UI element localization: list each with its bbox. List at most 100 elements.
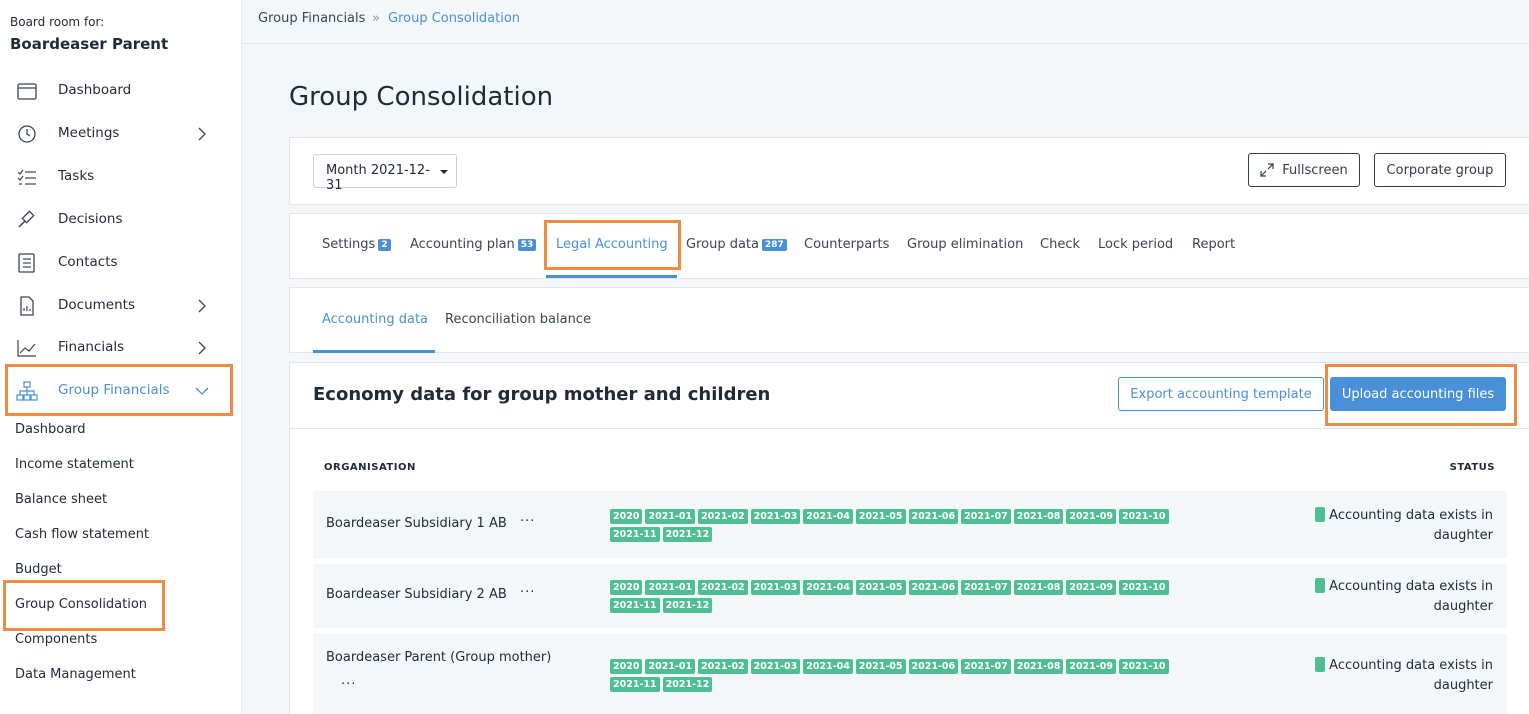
tab-check[interactable]: Check [1040, 237, 1080, 252]
breadcrumb-parent[interactable]: Group Financials [258, 11, 365, 26]
period-tag: 2021-03 [750, 659, 801, 674]
sidebar: Board room for: Boardeaser Parent Dashbo… [0, 0, 242, 714]
upload-accounting-files-button[interactable]: Upload accounting files [1330, 377, 1506, 411]
calendar-icon [17, 83, 37, 100]
more-options-icon[interactable]: ··· [341, 677, 356, 692]
period-tags: 2020 2021-01 2021-02 2021-03 2021-04 2021-05 2… [610, 580, 1210, 613]
tab-settings[interactable]: Settings 2 [322, 237, 391, 252]
period-tag: 2021-04 [803, 659, 853, 674]
period-tag: 2021-10 [1118, 580, 1169, 595]
submenu-item-balance-sheet[interactable]: Balance sheet [15, 492, 107, 507]
period-tag: 2021-05 [855, 580, 906, 595]
period-tag: 2021-10 [1118, 659, 1169, 674]
sidebar-item-label: Group Financials [58, 382, 170, 398]
more-options-icon[interactable]: ··· [520, 514, 535, 529]
export-accounting-template-button[interactable]: Export accounting template [1118, 377, 1324, 411]
fullscreen-button-label: Fullscreen [1282, 162, 1348, 178]
column-header-organisation: ORGANISATION [324, 462, 416, 473]
period-tag: 2021-01 [645, 580, 696, 595]
sidebar-item-meetings[interactable]: Meetings [0, 114, 241, 154]
sidebar-item-dashboard[interactable]: Dashboard [0, 71, 241, 111]
period-tag: 2021-08 [1013, 659, 1064, 674]
status-text: Accounting data exists in daughter [1329, 658, 1493, 693]
sidebar-item-contacts[interactable]: Contacts [0, 243, 241, 283]
address-book-icon [18, 253, 35, 273]
period-tag: 2021-10 [1118, 509, 1169, 524]
status-cell: Accounting data exists in daughter [1303, 656, 1493, 696]
tab-accounting-plan[interactable]: Accounting plan 53 [410, 237, 537, 252]
tab-report[interactable]: Report [1192, 237, 1235, 252]
status-indicator [1315, 657, 1326, 672]
tab-badge: 287 [762, 239, 787, 251]
tab-label: Accounting plan [410, 237, 515, 252]
period-tag: 2021-05 [855, 659, 906, 674]
period-tag: 2021-06 [908, 659, 959, 674]
submenu-item-data-management[interactable]: Data Management [15, 667, 136, 682]
corporate-group-button[interactable]: Corporate group [1374, 153, 1506, 187]
checklist-icon [17, 169, 36, 185]
chevron-down-icon[interactable] [194, 383, 210, 399]
period-tag: 2021-09 [1066, 580, 1116, 595]
chevron-right-icon[interactable] [194, 340, 210, 356]
status-cell: Accounting data exists in daughter [1303, 577, 1493, 617]
period-tag: 2021-12 [662, 677, 713, 692]
section-title: Economy data for group mother and childr… [313, 384, 771, 405]
period-tag: 2020 [610, 580, 643, 595]
active-tab-indicator [546, 275, 677, 278]
period-tags: 2020 2021-01 2021-02 2021-03 2021-04 2021-05 2… [610, 509, 1210, 542]
submenu-item-components[interactable]: Components [15, 632, 97, 647]
period-tag: 2021-02 [698, 509, 748, 524]
more-options-icon[interactable]: ··· [520, 585, 535, 600]
period-tag: 2021-07 [961, 659, 1011, 674]
gavel-icon [18, 210, 35, 228]
corporate-group-button-label: Corporate group [1386, 162, 1494, 178]
period-select[interactable]: Month 2021-12-31 [313, 154, 457, 193]
period-tag: 2021-08 [1013, 580, 1064, 595]
board-room-label: Board room for: [10, 15, 105, 29]
sidebar-item-group-financials[interactable]: Group Financials [0, 371, 241, 411]
period-tag: 2021-08 [1013, 509, 1064, 524]
submenu-item-cash-flow-statement[interactable]: Cash flow statement [15, 527, 149, 542]
sidebar-item-label: Documents [58, 297, 135, 313]
subtab-reconciliation-balance[interactable]: Reconciliation balance [445, 312, 591, 327]
submenu-item-budget[interactable]: Budget [15, 562, 62, 577]
tab-badge: 2 [378, 239, 391, 251]
subtab-accounting-data[interactable]: Accounting data [322, 312, 428, 327]
sidebar-item-financials[interactable]: Financials [0, 328, 241, 368]
chevron-right-icon[interactable] [194, 126, 210, 142]
period-tag: 2021-11 [610, 598, 660, 613]
tab-lock-period[interactable]: Lock period [1098, 237, 1173, 252]
clock-icon [18, 125, 36, 143]
period-tag: 2021-09 [1066, 509, 1116, 524]
submenu-item-dashboard[interactable]: Dashboard [15, 422, 86, 437]
period-tag: 2021-02 [698, 580, 748, 595]
breadcrumb-separator: » [372, 11, 380, 26]
submenu-item-income-statement[interactable]: Income statement [15, 457, 134, 472]
tab-group-elimination[interactable]: Group elimination [907, 237, 1023, 252]
submenu-item-group-consolidation[interactable]: Group Consolidation [15, 597, 147, 612]
org-name: Boardeaser Subsidiary 1 AB [326, 516, 507, 531]
sidebar-item-documents[interactable]: Documents [0, 286, 241, 326]
org-name: Boardeaser Subsidiary 2 AB [326, 587, 507, 602]
tab-group-data[interactable]: Group data 287 [686, 237, 787, 252]
status-text: Accounting data exists in daughter [1329, 579, 1493, 614]
upload-button-label: Upload accounting files [1341, 386, 1495, 402]
tab-legal-accounting[interactable]: Legal Accounting [556, 237, 668, 252]
tab-label: Settings [322, 237, 376, 252]
sidebar-item-decisions[interactable]: Decisions [0, 200, 241, 240]
period-tag: 2021-03 [750, 509, 801, 524]
status-indicator [1315, 507, 1326, 522]
sidebar-item-label: Contacts [58, 254, 118, 270]
period-tag: 2021-07 [961, 580, 1011, 595]
card-divider [290, 428, 1529, 429]
period-tag: 2021-11 [610, 527, 660, 542]
board-name[interactable]: Boardeaser Parent [10, 35, 168, 53]
status-indicator [1315, 578, 1326, 593]
period-tag: 2021-07 [961, 509, 1011, 524]
tab-counterparts[interactable]: Counterparts [804, 237, 889, 252]
chevron-right-icon[interactable] [194, 298, 210, 314]
column-header-status: STATUS [1449, 462, 1495, 473]
sidebar-item-tasks[interactable]: Tasks [0, 157, 241, 197]
sidebar-item-label: Dashboard [58, 82, 132, 98]
fullscreen-button[interactable]: Fullscreen [1248, 153, 1360, 187]
